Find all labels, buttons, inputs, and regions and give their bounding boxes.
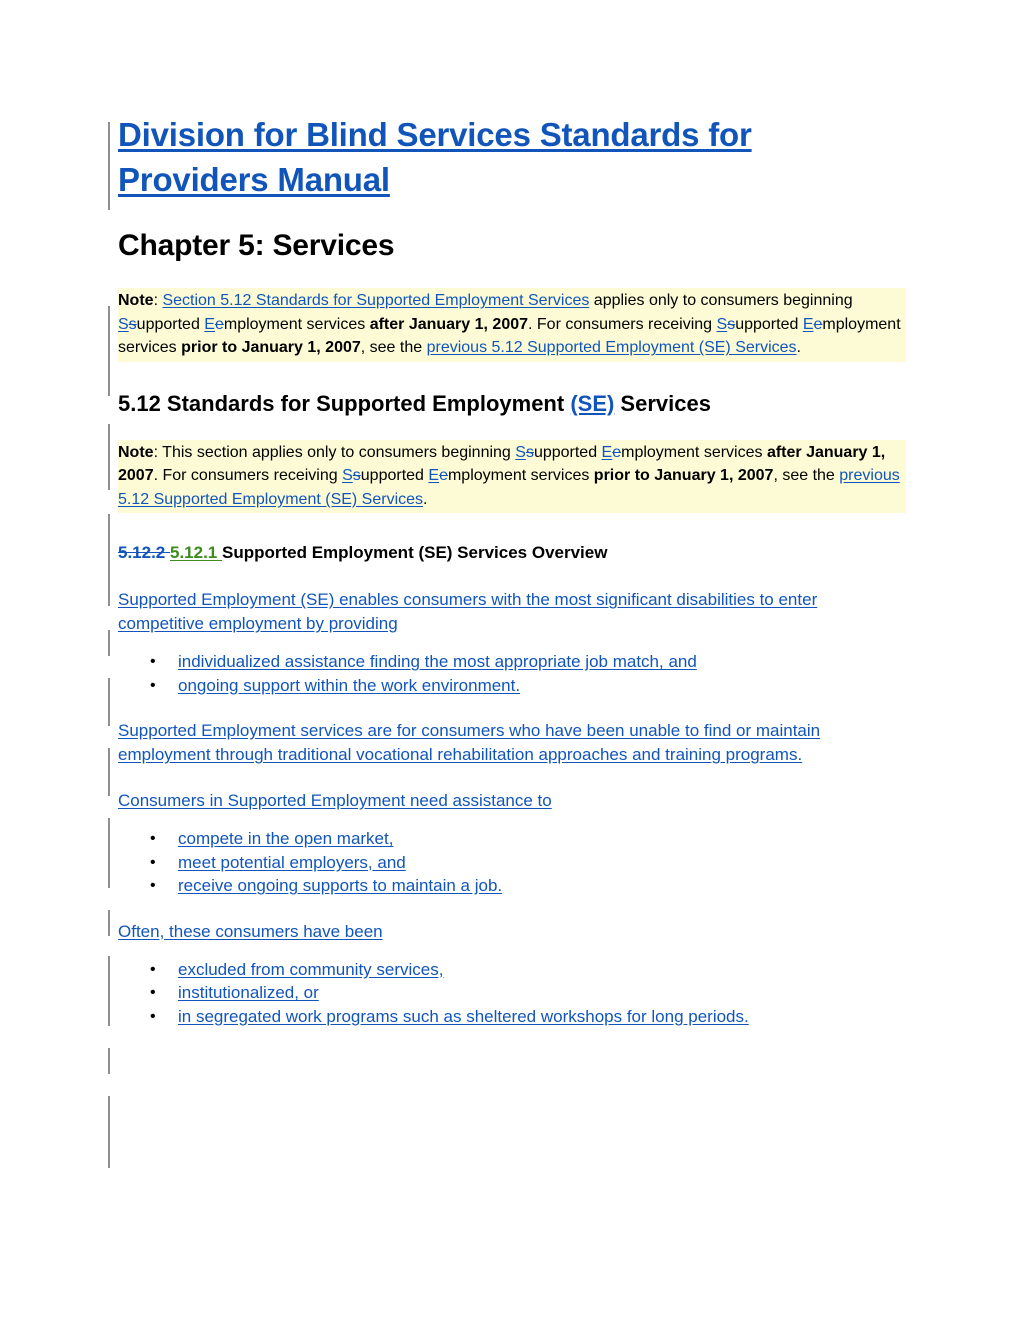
list-item: • ongoing support within the work enviro… <box>118 674 906 698</box>
note2-text-7: , see the <box>773 467 840 484</box>
deletion-lowercase-s-2: s <box>727 315 736 333</box>
section-heading-512: 5.12 Standards for Supported Employment … <box>118 388 906 420</box>
insertion-capital-s: S <box>118 315 129 333</box>
deletion-lowercase-e: e <box>214 315 224 333</box>
deletion-lowercase-s: s <box>128 315 137 333</box>
document-content: Division for Blind Services Standards fo… <box>118 112 906 1028</box>
note-text-5: upported <box>735 315 803 333</box>
list-item: • compete in the open market, <box>118 827 906 851</box>
bullet-list-assistance: • compete in the open market, • meet pot… <box>118 827 906 898</box>
bullet-icon: • <box>150 960 156 978</box>
list-item-label: compete in the open market, <box>178 829 394 848</box>
note2-bold-date-prior: prior to January 1, 2007 <box>593 467 774 484</box>
note-text-2: upported <box>136 315 205 333</box>
change-bar <box>108 748 110 796</box>
list-item: • in segregated work programs such as sh… <box>118 1005 906 1029</box>
note-bold-date-after: after January 1, 2007 <box>369 315 529 333</box>
note-text-8: . <box>796 339 801 356</box>
document-page: Division for Blind Services Standards fo… <box>0 0 1020 1320</box>
change-bar <box>108 514 110 606</box>
insertion-capital-s-3: S <box>515 443 526 461</box>
change-bar <box>108 956 110 1026</box>
note-text-4: . For consumers receiving <box>528 315 717 333</box>
link-section-512-standards[interactable]: Section 5.12 Standards for Supported Emp… <box>162 292 589 309</box>
insertion-se-abbrev: (SE) <box>570 390 615 416</box>
insertion-capital-e-2: E <box>802 315 814 333</box>
change-bar <box>108 122 110 210</box>
bullet-icon: • <box>150 830 156 847</box>
paragraph-se-definition: Supported Employment (SE) enables consum… <box>118 590 818 633</box>
change-bar <box>108 424 110 490</box>
deletion-lowercase-s-4: s <box>352 467 361 484</box>
note2-text-4: . For consumers receiving <box>153 467 343 484</box>
note-block-top: Note: Section 5.12 Standards for Support… <box>118 288 906 362</box>
deletion-lowercase-s-3: s <box>525 443 534 461</box>
bullet-icon: • <box>150 877 156 894</box>
insertion-capital-s-2: S <box>716 315 728 333</box>
list-item: • individualized assistance finding the … <box>118 650 906 674</box>
bullet-icon: • <box>150 653 156 670</box>
note-text-7: , see the <box>360 339 427 356</box>
chapter-title: Chapter 5: Services <box>118 229 395 262</box>
note2-text-8: . <box>423 490 428 508</box>
note2-text-5: upported <box>360 467 429 484</box>
list-item: • receive ongoing supports to maintain a… <box>118 874 906 898</box>
paragraph-need-assistance: Consumers in Supported Employment need a… <box>118 791 552 810</box>
change-bar <box>108 678 110 726</box>
deletion-lowercase-e-3: e <box>612 443 622 461</box>
section-heading-text-after: Services <box>614 390 711 416</box>
link-previous-512-se-services[interactable]: previous 5.12 Supported Employment (SE) … <box>427 339 797 356</box>
change-bar <box>108 306 110 396</box>
note-block-second: Note: This section applies only to consu… <box>118 439 906 513</box>
insertion-capital-e-4: E <box>428 467 440 484</box>
note2-text-3: mployment services <box>621 443 767 461</box>
subsection-title-text: Supported Employment (SE) Services Overv… <box>222 543 608 562</box>
bullet-icon: • <box>150 676 156 694</box>
bullet-icon: • <box>150 853 156 871</box>
subsection-heading-overview: 5.12.2 5.12.1 Supported Employment (SE) … <box>118 540 906 566</box>
deletion-number-5122: 5.12.2 <box>118 543 166 562</box>
list-item-label: meet potential employers, and <box>178 852 406 872</box>
note-label-2: Note <box>118 443 154 461</box>
insertion-capital-e: E <box>204 315 215 333</box>
note-label: Note <box>118 292 154 309</box>
document-title[interactable]: Division for Blind Services Standards fo… <box>118 112 906 202</box>
list-item: • meet potential employers, and <box>118 851 906 875</box>
note-colon-2: : <box>153 443 163 461</box>
bullet-list-providing: • individualized assistance finding the … <box>118 650 906 697</box>
change-bar <box>108 1048 110 1074</box>
bullet-list-history: • excluded from community services, • in… <box>118 958 906 1029</box>
section-heading-text-before: 5.12 Standards for Supported Employment <box>118 390 571 416</box>
change-bar <box>108 818 110 888</box>
bullet-icon: • <box>150 1007 156 1025</box>
insertion-number-5121: 5.12.1 <box>170 543 218 562</box>
insertion-capital-s-4: S <box>342 467 353 484</box>
list-item: • excluded from community services, <box>118 958 906 982</box>
note2-text-2: upported <box>533 443 602 461</box>
deletion-lowercase-e-4: e <box>439 467 448 484</box>
list-item-label: ongoing support within the work environm… <box>178 675 521 695</box>
bullet-icon: • <box>150 984 156 1001</box>
change-bar <box>108 630 110 656</box>
paragraph-often-these-consumers: Often, these consumers have been <box>118 921 383 941</box>
change-bar <box>108 1096 110 1168</box>
note-text-1: applies only to consumers beginning <box>589 292 853 309</box>
note-bold-date-prior: prior to January 1, 2007 <box>181 339 361 356</box>
note2-text-1: This section applies only to consumers b… <box>162 443 516 461</box>
list-item-label: institutionalized, or <box>178 983 319 1002</box>
list-item-label: excluded from community services, <box>178 959 444 979</box>
list-item-label: in segregated work programs such as shel… <box>178 1006 749 1026</box>
list-item: • institutionalized, or <box>118 981 906 1005</box>
paragraph-se-target-consumers: Supported Employment services are for co… <box>118 721 821 764</box>
list-item-label: receive ongoing supports to maintain a j… <box>178 876 503 895</box>
change-bar <box>108 910 110 936</box>
note-text-3: mployment services <box>223 315 370 333</box>
list-item-label: individualized assistance finding the mo… <box>178 652 697 671</box>
note2-text-6: mployment services <box>447 467 594 484</box>
insertion-capital-e-3: E <box>601 443 613 461</box>
